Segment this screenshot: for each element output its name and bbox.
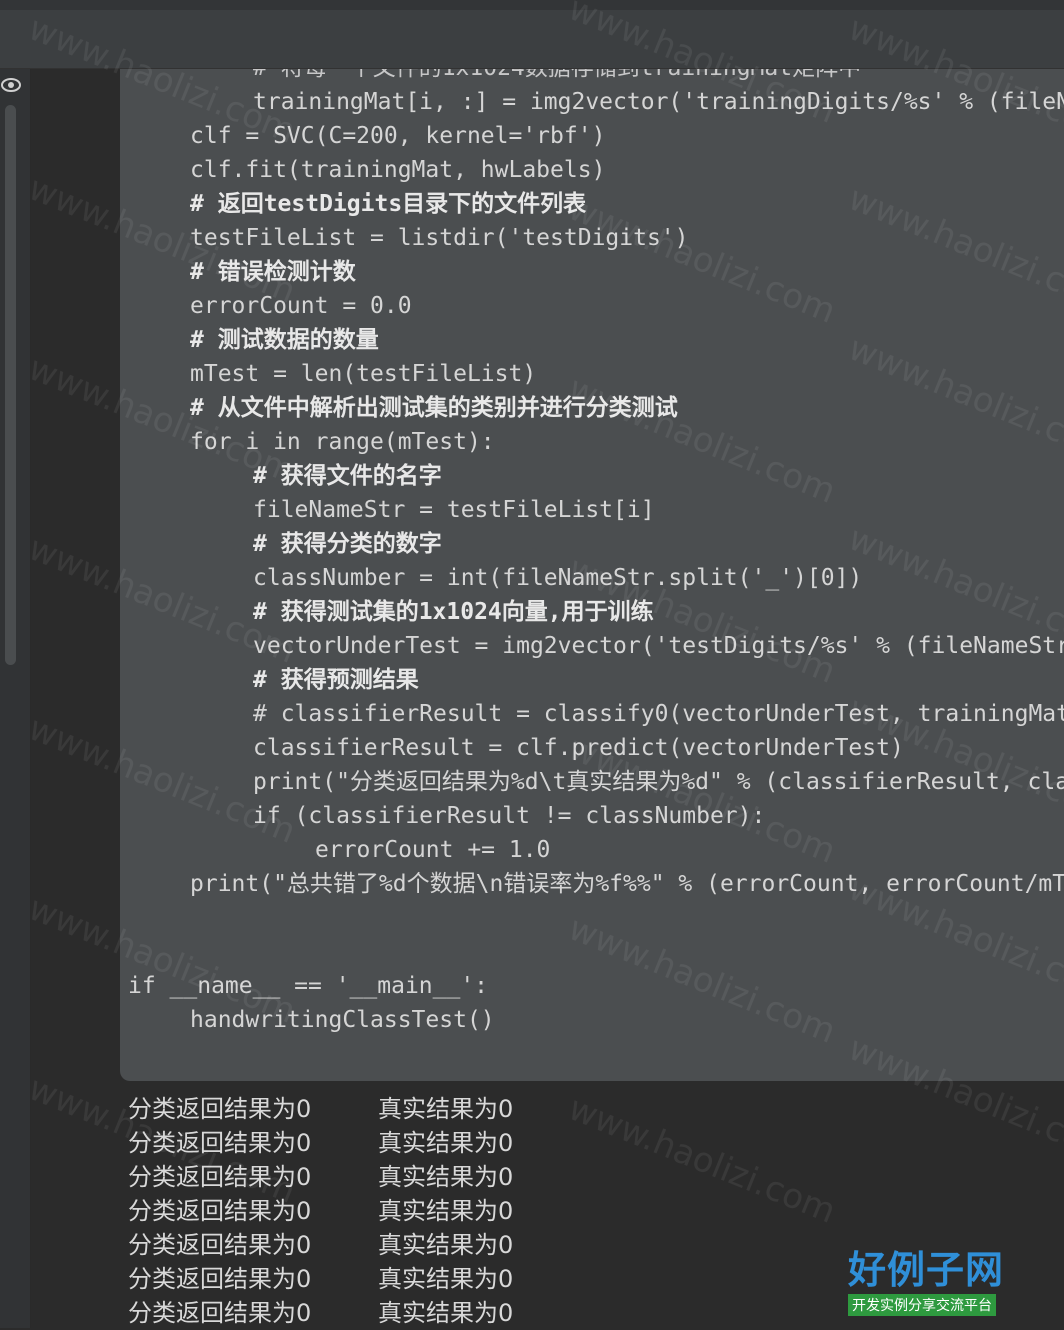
output-true: 真实结果为0 [378,1299,514,1327]
code-line: vectorUnderTest = img2vector('testDigits… [253,633,1064,659]
output-row: 分类返回结果为0 真实结果为0 [128,1262,728,1296]
code-line: classNumber = int(fileNameStr.split('_')… [253,565,863,591]
code-comment: # 获得测试集的1x1024向量,用于训练 [253,599,654,625]
code-line: errorCount = 0.0 [190,293,412,319]
notebook-toolbar [0,0,1064,69]
code-comment: # 获得分类的数字 [253,531,442,557]
code-line: print("总共错了%d个数据\n错误率为%f%%" % (errorCoun… [190,871,1064,897]
site-logo: 好例子网 开发实例分享交流平台 [848,1248,1028,1320]
output-row: 分类返回结果为0 真实结果为0 [128,1160,728,1194]
code-line: fileNameStr = testFileList[i] [253,497,655,523]
code-comment: # 获得文件的名字 [253,463,442,489]
output-predicted: 分类返回结果为0 [128,1231,312,1259]
output-predicted: 分类返回结果为0 [128,1129,312,1157]
output-true: 真实结果为0 [378,1095,514,1123]
output-row: 分类返回结果为0 真实结果为0 [128,1296,728,1330]
output-row: 分类返回结果为0 真实结果为0 [128,1092,728,1126]
output-true: 真实结果为0 [378,1163,514,1191]
output-true: 真实结果为0 [378,1231,514,1259]
eye-icon[interactable] [0,74,22,96]
output-row: 分类返回结果为0 真实结果为0 [128,1228,728,1262]
toolbar-strip [0,0,1064,10]
code-comment: # 错误检测计数 [190,259,356,285]
output-true: 真实结果为0 [378,1265,514,1293]
code-line: mTest = len(testFileList) [190,361,537,387]
code-line: handwritingClassTest() [190,1007,495,1033]
output-row: 分类返回结果为0 真实结果为0 [128,1194,728,1228]
code-line: if __name__ == '__main__': [128,973,489,999]
output-true: 真实结果为0 [378,1129,514,1157]
code-line: # classifierResult = classify0(vectorUnd… [253,701,1064,727]
code-cell[interactable]: # 将每一个文件的1x1024数据存储到trainingMat矩阵中 train… [120,69,1064,1081]
code-comment: # 返回testDigits目录下的文件列表 [190,191,587,217]
code-comment: # 获得预测结果 [253,667,419,693]
code-line: clf = SVC(C=200, kernel='rbf') [190,123,606,149]
code-line: testFileList = listdir('testDigits') [190,225,689,251]
logo-title: 好例子网 [848,1247,1005,1292]
code-line: trainingMat[i, :] = img2vector('training… [253,89,1064,115]
vertical-scrollbar[interactable] [5,105,16,665]
output-row: 分类返回结果为0 真实结果为0 [128,1126,728,1160]
code-line: if (classifierResult != classNumber): [253,803,766,829]
code-comment: # 测试数据的数量 [190,327,379,353]
code-line: for i in range(mTest): [190,429,495,455]
output-predicted: 分类返回结果为0 [128,1197,312,1225]
code-line: classifierResult = clf.predict(vectorUnd… [253,735,904,761]
output-predicted: 分类返回结果为0 [128,1095,312,1123]
code-line: errorCount += 1.0 [315,837,551,863]
output-predicted: 分类返回结果为0 [128,1265,312,1293]
cell-output: 分类返回结果为0 真实结果为0 分类返回结果为0 真实结果为0 分类返回结果为0… [128,1092,728,1330]
code-line: clf.fit(trainingMat, hwLabels) [190,157,606,183]
output-predicted: 分类返回结果为0 [128,1163,312,1191]
output-true: 真实结果为0 [378,1197,514,1225]
code-line-clipped: # 将每一个文件的1x1024数据存储到trainingMat矩阵中 [253,69,861,85]
code-comment: # 从文件中解析出测试集的类别并进行分类测试 [190,395,678,421]
logo-subtitle: 开发实例分享交流平台 [848,1294,996,1316]
code-line: print("分类返回结果为%d\t真实结果为%d" % (classifier… [253,769,1064,795]
output-predicted: 分类返回结果为0 [128,1299,312,1327]
